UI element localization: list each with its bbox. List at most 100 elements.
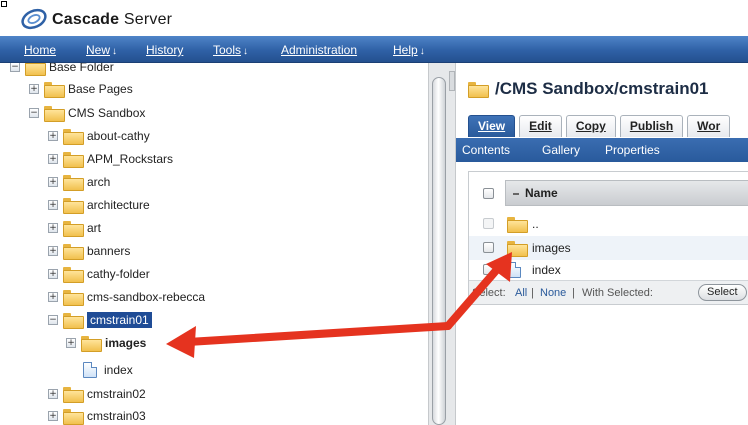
expand-icon[interactable]: + xyxy=(48,131,58,141)
contents-table: Name .. images index Select: All | None … xyxy=(468,171,748,305)
nav-home-label: Home xyxy=(24,43,57,57)
tree-item-label: CMS Sandbox xyxy=(68,106,146,120)
select-none-link[interactable]: None xyxy=(540,287,566,299)
folder-icon xyxy=(63,221,84,237)
row-label[interactable]: .. xyxy=(532,217,539,231)
folder-icon xyxy=(63,175,84,191)
tree-item-architecture[interactable]: + architecture xyxy=(48,195,150,215)
nav-history-label: History xyxy=(146,43,184,57)
tree-item-banners[interactable]: + banners xyxy=(48,241,130,261)
with-selected-dropdown[interactable]: Select xyxy=(698,284,747,301)
name-column-header[interactable]: Name xyxy=(513,186,558,200)
nav-new-label: New xyxy=(86,43,111,57)
tab-copy[interactable]: Copy xyxy=(565,115,616,137)
row-checkbox xyxy=(483,218,494,229)
tree-item-label: arch xyxy=(87,175,111,189)
bulk-select-bar: Select: All | None | With Selected: Sele… xyxy=(469,280,748,304)
row-checkbox[interactable] xyxy=(483,242,494,253)
expand-icon[interactable]: + xyxy=(48,200,58,210)
tree-item-index[interactable]: index xyxy=(83,360,133,380)
tree-item-apm-rockstars[interactable]: + APM_Rockstars xyxy=(48,149,173,169)
expand-icon[interactable]: + xyxy=(48,411,58,421)
tab-workflow[interactable]: Wor xyxy=(687,115,731,137)
expand-icon[interactable]: + xyxy=(48,292,58,302)
nav-new[interactable]: New ↓ xyxy=(86,43,117,57)
expand-icon[interactable]: + xyxy=(29,84,39,94)
tree-item-cms-sandbox[interactable]: − CMS Sandbox xyxy=(29,103,145,123)
tab-view[interactable]: View xyxy=(468,115,516,137)
page-title: /CMS Sandbox/cmstrain01 xyxy=(468,79,709,99)
select-all-link[interactable]: All xyxy=(515,287,527,299)
subtab-properties[interactable]: Properties xyxy=(605,143,660,157)
with-selected-label: With Selected: xyxy=(582,287,653,299)
panel-splitter[interactable] xyxy=(428,63,456,425)
tab-edit[interactable]: Edit xyxy=(519,115,562,137)
tree-item-cmstrain01[interactable]: − cmstrain01 xyxy=(48,310,152,330)
tree-scrollbar-thumb[interactable] xyxy=(432,77,446,425)
nav-administration[interactable]: Administration xyxy=(281,43,357,57)
name-column-label: Name xyxy=(525,186,558,200)
tree-item-cmstrain03[interactable]: + cmstrain03 xyxy=(48,406,146,425)
nav-home[interactable]: Home xyxy=(24,43,56,57)
tree-item-label: art xyxy=(87,221,102,235)
nav-history[interactable]: History xyxy=(146,43,183,57)
folder-icon xyxy=(63,387,84,403)
expand-icon[interactable]: + xyxy=(48,269,58,279)
collapse-icon[interactable]: − xyxy=(29,108,39,118)
tree-item-root[interactable]: − Base Folder xyxy=(10,63,114,77)
folder-icon xyxy=(63,409,84,425)
app-logo-text: Cascade Server xyxy=(52,11,172,29)
tree-item-cmstrain02[interactable]: + cmstrain02 xyxy=(48,384,146,404)
table-row[interactable]: index xyxy=(469,260,748,280)
sort-icon xyxy=(513,192,519,195)
expand-icon[interactable]: + xyxy=(48,223,58,233)
folder-icon xyxy=(63,313,84,329)
path-title-text: /CMS Sandbox/cmstrain01 xyxy=(495,79,709,98)
window-corner-marker xyxy=(1,1,7,7)
subtab-gallery[interactable]: Gallery xyxy=(542,143,580,157)
tree-item-about-cathy[interactable]: + about-cathy xyxy=(48,126,150,146)
nav-help-label: Help xyxy=(393,43,418,57)
select-all-checkbox[interactable] xyxy=(483,188,494,199)
folder-icon xyxy=(81,336,102,352)
tree-item-label: images xyxy=(105,336,147,350)
folder-icon xyxy=(63,129,84,145)
row-label[interactable]: images xyxy=(532,241,571,255)
tree-item-label: Base Pages xyxy=(68,82,133,96)
collapse-icon[interactable]: − xyxy=(48,315,58,325)
expand-icon[interactable]: + xyxy=(48,177,58,187)
folder-icon xyxy=(63,267,84,283)
table-row[interactable]: images xyxy=(469,236,748,260)
content-panel: /CMS Sandbox/cmstrain01 View Edit Copy P… xyxy=(456,63,748,425)
tree-item-label: cms-sandbox-rebecca xyxy=(87,290,206,304)
nav-administration-label: Administration xyxy=(281,43,358,57)
tree-item-arch[interactable]: + arch xyxy=(48,172,110,192)
subtab-contents[interactable]: Contents xyxy=(462,143,510,157)
row-checkbox[interactable] xyxy=(483,264,494,275)
row-label[interactable]: index xyxy=(532,263,561,277)
tree-item-label-selected: cmstrain01 xyxy=(87,312,152,328)
chevron-down-icon: ↓ xyxy=(419,46,425,57)
tree-item-cathy-folder[interactable]: + cathy-folder xyxy=(48,264,150,284)
collapse-icon[interactable]: − xyxy=(10,63,20,72)
tree-item-art[interactable]: + art xyxy=(48,218,101,238)
table-row[interactable]: .. xyxy=(469,212,748,236)
tree-item-base-pages[interactable]: + Base Pages xyxy=(29,79,133,99)
folder-icon xyxy=(468,82,489,98)
tree-item-cms-sandbox-rebecca[interactable]: + cms-sandbox-rebecca xyxy=(48,287,205,307)
expand-icon[interactable]: + xyxy=(48,389,58,399)
page-icon xyxy=(507,262,521,278)
folder-icon xyxy=(507,217,528,233)
expand-icon[interactable]: + xyxy=(48,246,58,256)
expand-icon[interactable]: + xyxy=(66,338,76,348)
folder-icon xyxy=(25,63,46,76)
folder-tree-panel: − Base Folder + Base Pages − CMS Sandbox… xyxy=(0,63,428,425)
expand-icon[interactable]: + xyxy=(48,154,58,164)
select-prefix: Select: xyxy=(472,287,506,299)
nav-help[interactable]: Help ↓ xyxy=(393,43,425,57)
splitter-collapse-handle[interactable] xyxy=(449,71,455,91)
folder-icon xyxy=(44,106,65,122)
nav-tools[interactable]: Tools ↓ xyxy=(213,43,248,57)
tab-publish[interactable]: Publish xyxy=(619,115,684,137)
tree-item-images[interactable]: + images xyxy=(66,333,146,353)
